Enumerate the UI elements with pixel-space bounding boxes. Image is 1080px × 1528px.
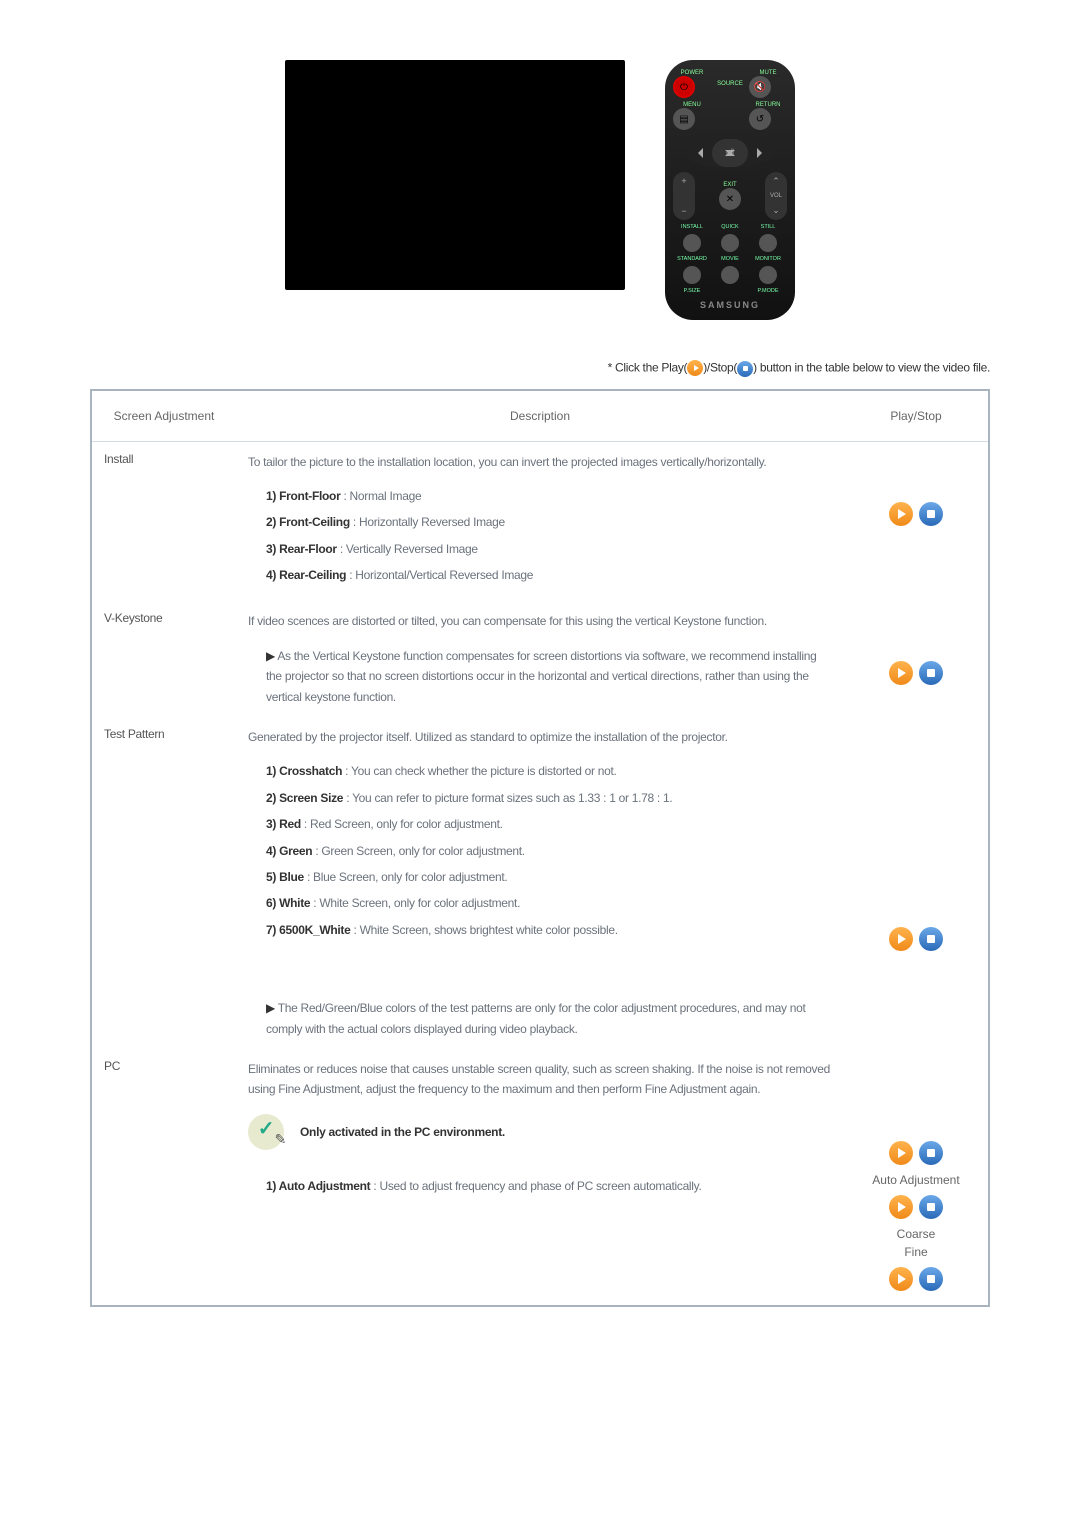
- vkeystone-intro: If video scences are distorted or tilted…: [248, 611, 832, 631]
- remote-label-quick: QUICK: [715, 224, 745, 230]
- small-btn: [759, 234, 777, 252]
- small-btn: [759, 266, 777, 284]
- small-btn: [683, 234, 701, 252]
- remote-label-install: INSTALL: [677, 224, 707, 230]
- instruction-note: * Click the Play()/Stop() button in the …: [90, 360, 990, 377]
- exit-icon: ✕: [719, 188, 741, 210]
- stop-button[interactable]: [919, 927, 943, 951]
- play-button[interactable]: [889, 1141, 913, 1165]
- pc-note: Only activated in the PC environment.: [300, 1122, 505, 1142]
- remote-illustration: POWER ⏻ SOURCE MUTE 🔇 MENU ▤ RETURN ↺: [665, 60, 795, 320]
- settings-table: Screen Adjustment Description Play/Stop …: [90, 389, 990, 1307]
- table-row: PC Eliminates or reduces noise that caus…: [91, 1049, 989, 1306]
- video-preview: [285, 60, 625, 290]
- table-row: Install To tailor the picture to the ins…: [91, 441, 989, 601]
- keystone-rocker: +−: [673, 172, 695, 220]
- table-row: Test Pattern Generated by the projector …: [91, 717, 989, 1049]
- remote-label-monitor: MONITOR: [753, 256, 783, 262]
- checkmark-note-icon: [248, 1114, 284, 1150]
- play-button[interactable]: [889, 661, 913, 685]
- vol-rocker: ⌃VOL⌄: [765, 172, 787, 220]
- pc-list: 1) Auto Adjustment : Used to adjust freq…: [248, 1176, 832, 1196]
- hero-row: POWER ⏻ SOURCE MUTE 🔇 MENU ▤ RETURN ↺: [90, 60, 990, 320]
- vkeystone-bullet: As the Vertical Keystone function compen…: [248, 646, 832, 707]
- return-icon: ↺: [749, 108, 771, 130]
- remote-label-menu: MENU: [673, 102, 711, 108]
- stop-button[interactable]: [919, 661, 943, 685]
- small-btn: [721, 234, 739, 252]
- pc-play-stack: Auto Adjustment Coarse Fine: [856, 1063, 976, 1295]
- remote-label-power: POWER: [673, 70, 711, 76]
- remote-label-standard: STANDARD: [677, 256, 707, 262]
- remote-label-movie: MOVIE: [715, 256, 745, 262]
- label-auto-adjustment: Auto Adjustment: [856, 1173, 976, 1187]
- stop-icon: [737, 361, 753, 377]
- stop-button[interactable]: [919, 1195, 943, 1219]
- remote-label-psize: P.SIZE: [677, 288, 707, 294]
- small-btn: [683, 266, 701, 284]
- remote-label-exit: EXIT: [719, 182, 741, 188]
- remote-label-source: SOURCE: [711, 81, 749, 87]
- pc-intro: Eliminates or reduces noise that causes …: [248, 1059, 832, 1100]
- stop-button[interactable]: [919, 1267, 943, 1291]
- brand-label: SAMSUNG: [700, 300, 760, 310]
- play-button[interactable]: [889, 1267, 913, 1291]
- testpattern-bullet: The Red/Green/Blue colors of the test pa…: [248, 998, 832, 1039]
- label-coarse: Coarse: [856, 1227, 976, 1241]
- play-button[interactable]: [889, 1195, 913, 1219]
- testpattern-list: 1) Crosshatch : You can check whether th…: [248, 761, 832, 940]
- table-row: V-Keystone If video scences are distorte…: [91, 601, 989, 717]
- th-play-stop: Play/Stop: [844, 390, 989, 442]
- small-btn: [721, 266, 739, 284]
- stop-button[interactable]: [919, 502, 943, 526]
- install-intro: To tailor the picture to the installatio…: [248, 452, 832, 472]
- install-list: 1) Front-Floor : Normal Image 2) Front-C…: [248, 486, 832, 586]
- stop-button[interactable]: [919, 1141, 943, 1165]
- power-icon: ⏻: [673, 76, 695, 98]
- row-name-install: Install: [91, 441, 236, 601]
- play-icon: [687, 360, 703, 376]
- remote-label-return: RETURN: [749, 102, 787, 108]
- remote-label-still: STILL: [753, 224, 783, 230]
- label-fine: Fine: [856, 1245, 976, 1259]
- row-name-vkeystone: V-Keystone: [91, 601, 236, 717]
- row-name-pc: PC: [91, 1049, 236, 1306]
- remote-label-pmode: P.MODE: [753, 288, 783, 294]
- th-screen-adjustment: Screen Adjustment: [91, 390, 236, 442]
- dpad: ⏎: [685, 138, 775, 168]
- remote-label-mute: MUTE: [749, 70, 787, 76]
- play-button[interactable]: [889, 927, 913, 951]
- mute-icon: 🔇: [749, 76, 771, 98]
- menu-icon: ▤: [673, 108, 695, 130]
- play-button[interactable]: [889, 502, 913, 526]
- th-description: Description: [236, 390, 844, 442]
- row-name-testpattern: Test Pattern: [91, 717, 236, 1049]
- testpattern-intro: Generated by the projector itself. Utili…: [248, 727, 832, 747]
